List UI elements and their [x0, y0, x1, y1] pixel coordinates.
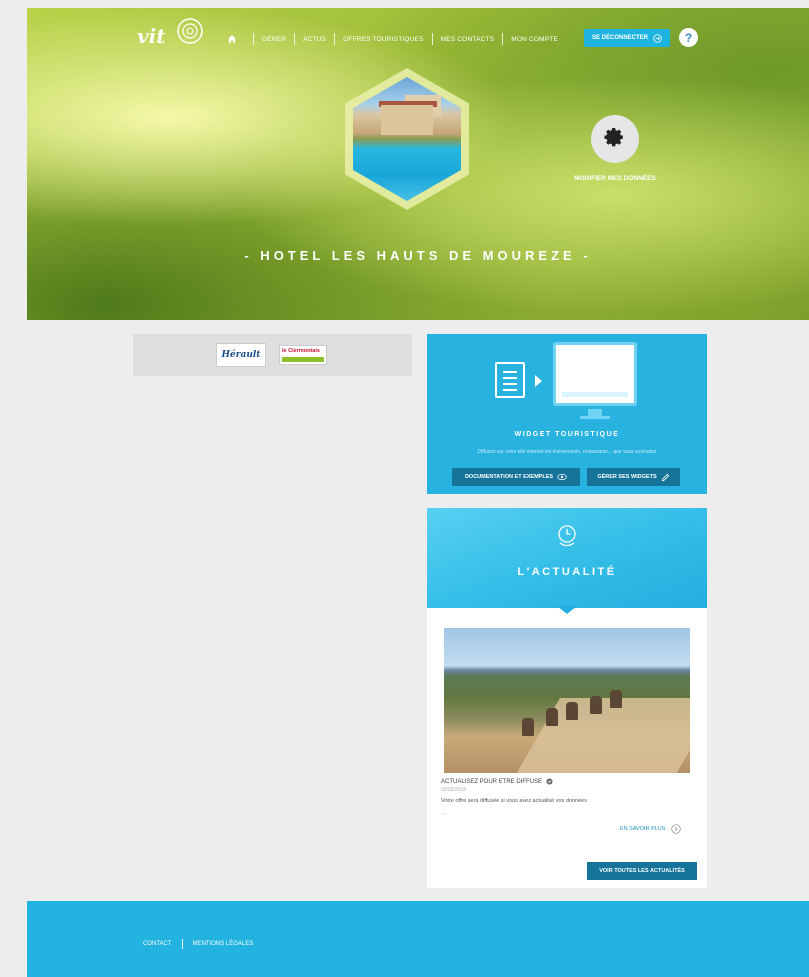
- nav-item-account[interactable]: MON COMPTE: [511, 36, 558, 43]
- all-news-button[interactable]: VOIR TOUTES LES ACTUALITÉS: [587, 862, 697, 880]
- hero-banner: vit GÉRER ACTUS OFFRES TOURISTIQUES MES …: [27, 8, 809, 320]
- photo-camel: [566, 702, 578, 720]
- nav-item-news[interactable]: ACTUS: [303, 36, 326, 43]
- news-photo[interactable]: [444, 628, 690, 773]
- news-panel: L'ACTUALITÉ ACTUALISEZ POUR ETRE DIFFUSE…: [427, 508, 707, 888]
- monitor-icon: [553, 342, 637, 419]
- widget-description: Diffusez sur votre site internet les évé…: [477, 449, 657, 455]
- arrow-right-icon: [535, 375, 542, 387]
- list-document-icon: [495, 362, 525, 398]
- hotel-building: [381, 105, 433, 135]
- partner-logo-text: le Clermontais: [282, 348, 320, 354]
- logo-text: vit: [137, 24, 166, 48]
- photo-camel: [590, 696, 602, 714]
- read-more-link[interactable]: EN SAVOIR PLUS: [620, 824, 682, 834]
- pencil-icon: [661, 473, 669, 481]
- logout-button[interactable]: SE DÉCONNECTER: [584, 29, 670, 47]
- nav-separator: [294, 33, 296, 45]
- partners-bar: Hérault le Clermontais: [133, 334, 412, 376]
- home-icon[interactable]: [227, 34, 237, 44]
- news-header-notch: [557, 606, 577, 614]
- edit-data-label[interactable]: MODIFIER MES DONNÉES: [565, 175, 665, 182]
- hotel-photo-hexagon: [345, 68, 469, 210]
- nav-separator: [502, 33, 504, 45]
- partner-logo-clermontais[interactable]: le Clermontais: [279, 345, 327, 365]
- nav-separator: [253, 33, 254, 45]
- nav-item-contacts[interactable]: MES CONTACTS: [441, 36, 495, 43]
- news-title: L'ACTUALITÉ: [517, 566, 617, 578]
- photo-camel: [610, 690, 622, 708]
- logout-arrow-icon: [653, 33, 662, 43]
- footer-link-legal[interactable]: MENTIONS LÉGALES: [193, 941, 254, 947]
- vit-logo[interactable]: vit: [137, 16, 207, 50]
- footer-separator: [181, 939, 183, 949]
- nav-item-offers[interactable]: OFFRES TOURISTIQUES: [343, 36, 424, 43]
- photo-camel: [546, 708, 558, 726]
- news-ellipsis: ...: [441, 810, 447, 816]
- logo-swirl-icon: [177, 18, 203, 44]
- documentation-button[interactable]: DOCUMENTATION ET EXEMPLES: [452, 468, 580, 486]
- eye-icon: [557, 473, 567, 481]
- nav-separator: [334, 33, 336, 45]
- news-header: [427, 508, 707, 608]
- widget-title: WIDGET TOURISTIQUE: [514, 431, 620, 438]
- documentation-label: DOCUMENTATION ET EXEMPLES: [464, 474, 554, 480]
- clock-icon: [558, 525, 576, 547]
- photo-camel: [522, 718, 534, 736]
- logout-label: SE DÉCONNECTER: [591, 35, 648, 41]
- partner-logo-band: [282, 357, 324, 362]
- settings-button[interactable]: [591, 115, 639, 163]
- chevron-right-circle-icon: [671, 824, 682, 834]
- footer: CONTACT MENTIONS LÉGALES: [27, 901, 809, 977]
- footer-link-contact[interactable]: CONTACT: [143, 941, 172, 947]
- widget-panel: WIDGET TOURISTIQUE Diffusez sur votre si…: [427, 334, 707, 494]
- verified-icon: [546, 778, 553, 785]
- help-button[interactable]: ?: [679, 28, 698, 47]
- hotel-title: - HOTEL LES HAUTS DE MOUREZE -: [244, 248, 592, 263]
- main-nav: GÉRER ACTUS OFFRES TOURISTIQUES MES CONT…: [227, 32, 558, 46]
- gear-icon: [604, 128, 623, 147]
- partner-logo-herault[interactable]: Hérault: [216, 343, 266, 367]
- news-text: Votre offre sera diffusée si vous avez a…: [441, 798, 587, 804]
- manage-widgets-button[interactable]: GÉRER SES WIDGETS: [587, 468, 680, 486]
- news-date: 02/03/2018: [441, 787, 467, 793]
- news-headline-text: ACTUALISEZ POUR ETRE DIFFUSE: [441, 778, 543, 785]
- manage-widgets-label: GÉRER SES WIDGETS: [597, 474, 657, 480]
- partner-logo-text: Hérault: [221, 350, 261, 360]
- news-headline[interactable]: ACTUALISEZ POUR ETRE DIFFUSE: [441, 778, 553, 785]
- footer-links: CONTACT MENTIONS LÉGALES: [143, 939, 253, 949]
- nav-item-manage[interactable]: GÉRER: [262, 36, 286, 43]
- read-more-label: EN SAVOIR PLUS: [620, 826, 666, 832]
- nav-separator: [431, 33, 433, 45]
